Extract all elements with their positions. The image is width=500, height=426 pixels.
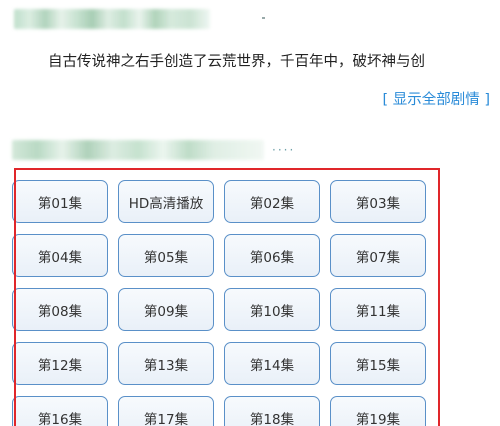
episode-page: 自古传说神之右手创造了云荒世界，千百年中，破坏神与创 [ 显示全部剧情 ] ··…	[0, 0, 500, 426]
highlight-box	[14, 168, 440, 426]
title-dot	[262, 17, 265, 19]
blurred-section-heading	[12, 140, 264, 160]
blurred-title	[14, 9, 210, 29]
show-all-plot-link[interactable]: [ 显示全部剧情 ]	[382, 88, 490, 109]
section-dots: ····	[272, 143, 296, 157]
synopsis-text: 自古传说神之右手创造了云荒世界，千百年中，破坏神与创	[48, 54, 425, 70]
